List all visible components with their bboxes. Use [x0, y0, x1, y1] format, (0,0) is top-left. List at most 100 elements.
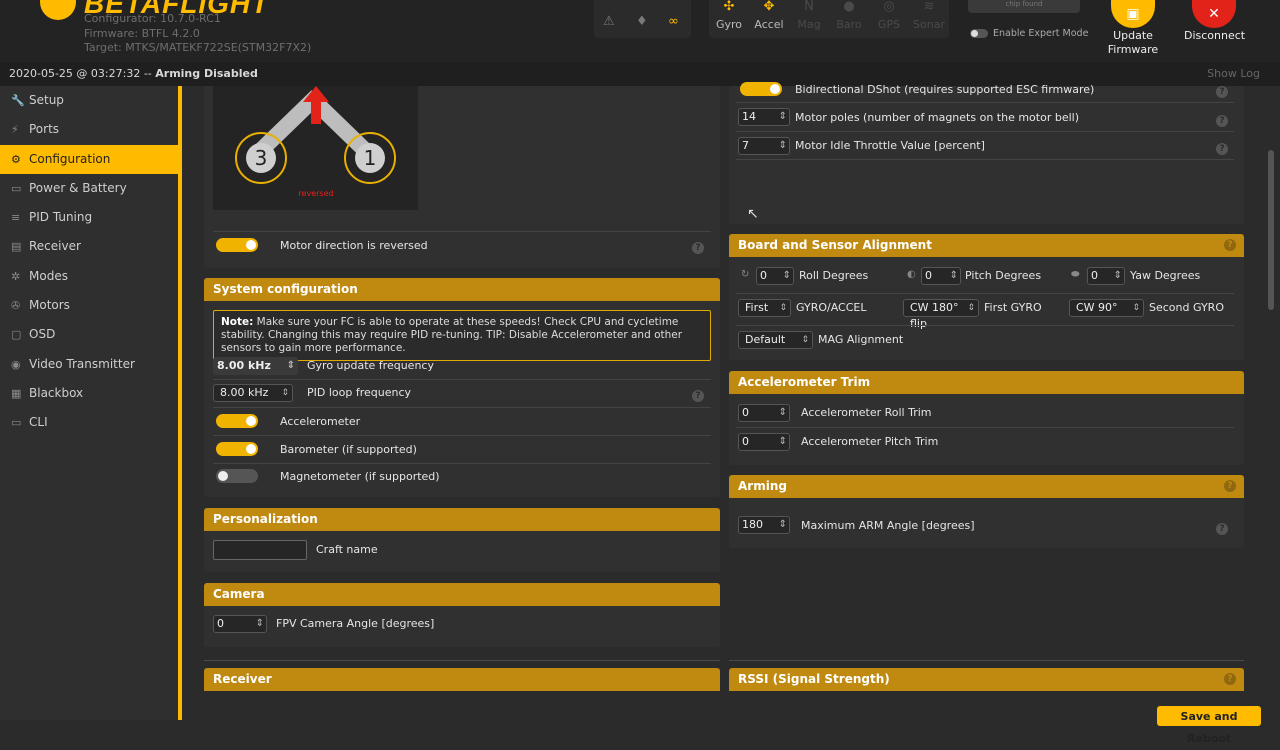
craft-name-input[interactable] — [213, 540, 307, 560]
sidebar-item-video-transmitter[interactable]: ◉ Video Transmitter — [0, 350, 178, 379]
pitch-icon: ◐ — [907, 269, 916, 280]
arming-panel: Arming? 180 Maximum ARM Angle [degrees] … — [729, 475, 1244, 548]
help-icon[interactable]: ? — [692, 242, 704, 254]
help-icon[interactable]: ? — [1216, 86, 1228, 98]
chip-status: chip found — [968, 0, 1080, 13]
help-icon[interactable]: ? — [1216, 523, 1228, 535]
motor-reversed-toggle[interactable] — [216, 238, 258, 252]
motor-3-label: 3 — [255, 146, 268, 170]
gear-icon: ⚙ — [11, 152, 21, 166]
sidebar-item-ports[interactable]: ⚡ Ports — [0, 115, 178, 144]
pitch-trim-input[interactable]: 0 — [738, 433, 790, 451]
gps-icon: ◎ — [883, 0, 895, 14]
save-reboot-button[interactable]: Save and Reboot — [1157, 706, 1261, 745]
motor-idle-label: Motor Idle Throttle Value [percent] — [795, 139, 985, 152]
second-gyro-select[interactable]: CW 90° — [1069, 299, 1144, 317]
magnetometer-toggle[interactable] — [216, 469, 258, 483]
help-icon[interactable]: ? — [1216, 143, 1228, 155]
first-gyro-select[interactable]: CW 180° flip — [903, 299, 979, 330]
bidirectional-dshot-toggle[interactable] — [740, 82, 782, 96]
firmware-version: Firmware: BTFL 4.2.0 — [84, 26, 200, 40]
barometer-toggle[interactable] — [216, 442, 258, 456]
disconnect-button[interactable]: ✕ Disconnect — [1184, 0, 1245, 43]
chip-icon: ▣ — [1111, 0, 1155, 28]
yaw-degrees-input[interactable]: 0 — [1087, 267, 1125, 285]
failsafe-icon: ♦ — [636, 14, 648, 29]
board-alignment-panel: Board and Sensor Alignment? ↻ 0 Roll Deg… — [729, 234, 1244, 360]
help-icon[interactable]: ? — [1216, 115, 1228, 127]
accelerometer-toggle[interactable] — [216, 414, 258, 428]
mag-alignment-label: MAG Alignment — [818, 333, 904, 346]
receiver-title: Receiver — [204, 668, 720, 691]
sidebar-item-motors[interactable]: ✇ Motors — [0, 291, 178, 320]
disconnect-icon: ✕ — [1192, 0, 1236, 28]
roll-degrees-label: Roll Degrees — [799, 269, 869, 282]
camera-angle-input[interactable]: 0 — [213, 615, 267, 633]
sidebar-item-configuration[interactable]: ⚙ Configuration — [0, 144, 178, 174]
accelerometer-label: Accelerometer — [280, 415, 361, 428]
motor-idle-input[interactable]: 7 — [738, 137, 790, 155]
pid-loop-select[interactable]: 8.00 kHz — [213, 384, 293, 402]
help-icon[interactable]: ? — [1224, 239, 1236, 251]
sidebar-item-receiver[interactable]: ▤ Receiver — [0, 232, 178, 261]
roll-degrees-input[interactable]: 0 — [756, 267, 794, 285]
sidebar: 🔧 Setup ⚡ Ports ⚙ Configuration ▭ Power & Ba… — [0, 86, 178, 720]
accelerometer-trim-panel: Accelerometer Trim 0 Accelerometer Roll … — [729, 371, 1244, 465]
motor-direction-panel: 3 1 reversed Motor direction is reversed… — [204, 86, 720, 268]
scrollbar[interactable] — [1268, 150, 1274, 310]
sidebar-item-osd[interactable]: ▢ OSD — [0, 320, 178, 349]
bee-logo-icon — [40, 0, 76, 20]
sidebar-item-blackbox[interactable]: ▦ Blackbox — [0, 379, 178, 408]
mouse-cursor-icon: ↖ — [747, 206, 759, 222]
pitch-degrees-input[interactable]: 0 — [921, 267, 961, 285]
help-icon[interactable]: ? — [1224, 480, 1236, 492]
motor-icon: ✇ — [11, 299, 21, 313]
gyro-accel-select[interactable]: First — [738, 299, 791, 317]
arming-status: Arming Disabled — [155, 67, 258, 80]
motor-reversed-label: Motor direction is reversed — [280, 239, 428, 252]
sensor-accel: ✥ Accel — [749, 0, 789, 38]
sensor-sonar: ≋ Sonar — [909, 0, 949, 38]
second-gyro-label: Second GYRO — [1149, 301, 1224, 314]
motor-1-label: 1 — [364, 146, 377, 170]
expert-mode-toggle[interactable]: Enable Expert Mode — [970, 28, 1088, 39]
craft-name-label: Craft name — [316, 543, 378, 556]
gyro-icon: ✣ — [723, 0, 735, 14]
motor-layout-diagram: 3 1 reversed — [213, 86, 418, 210]
sidebar-item-cli[interactable]: ▭ CLI — [0, 408, 178, 437]
configurator-version: Configurator: 10.7.0-RC1 — [84, 12, 221, 25]
accelerometer-trim-title: Accelerometer Trim — [729, 371, 1244, 394]
update-firmware-button[interactable]: ▣ Update Firmware — [1103, 0, 1163, 57]
show-log-link[interactable]: Show Log — [1207, 62, 1260, 86]
esc-motor-panel: Bidirectional DShot (requires supported … — [729, 82, 1244, 224]
pitch-trim-label: Accelerometer Pitch Trim — [801, 435, 939, 448]
sidebar-item-power-battery[interactable]: ▭ Power & Battery — [0, 174, 178, 203]
plug-icon: ⚡ — [11, 123, 19, 137]
version-info: Configurator: 10.7.0-RC1 Firmware: BTFL … — [84, 12, 311, 56]
blackbox-icon: ▦ — [11, 386, 22, 400]
roll-icon: ↻ — [741, 269, 750, 280]
camera-title: Camera — [204, 583, 720, 606]
system-config-panel: System configuration Note: Make sure you… — [204, 278, 720, 497]
expert-mode-switch[interactable] — [970, 29, 988, 38]
camera-angle-label: FPV Camera Angle [degrees] — [276, 617, 435, 630]
max-arm-angle-input[interactable]: 180 — [738, 516, 790, 534]
personalization-panel: Personalization Craft name — [204, 508, 720, 572]
roll-trim-input[interactable]: 0 — [738, 404, 790, 422]
sidebar-item-pid-tuning[interactable]: ≡ PID Tuning — [0, 203, 178, 232]
sidebar-item-setup[interactable]: 🔧 Setup — [0, 86, 178, 115]
pid-loop-label: PID loop frequency — [307, 386, 412, 399]
performance-note: Note: Make sure your FC is able to opera… — [213, 310, 711, 361]
target-info: Target: MTKS/MATEKF722SE(STM32F7X2) — [84, 41, 312, 54]
yaw-degrees-label: Yaw Degrees — [1130, 269, 1201, 282]
terminal-icon: ▭ — [11, 416, 22, 430]
magnetometer-label: Magnetometer (if supported) — [280, 470, 440, 483]
wrench-icon: 🔧 — [11, 94, 25, 107]
help-icon[interactable]: ? — [692, 390, 704, 402]
motor-poles-input[interactable]: 14 — [738, 108, 790, 126]
sonar-icon: ≋ — [923, 0, 935, 14]
mag-alignment-select[interactable]: Default — [738, 331, 813, 349]
first-gyro-label: First GYRO — [984, 301, 1042, 314]
sidebar-item-modes[interactable]: ✲ Modes — [0, 262, 178, 291]
help-icon[interactable]: ? — [1224, 673, 1236, 685]
